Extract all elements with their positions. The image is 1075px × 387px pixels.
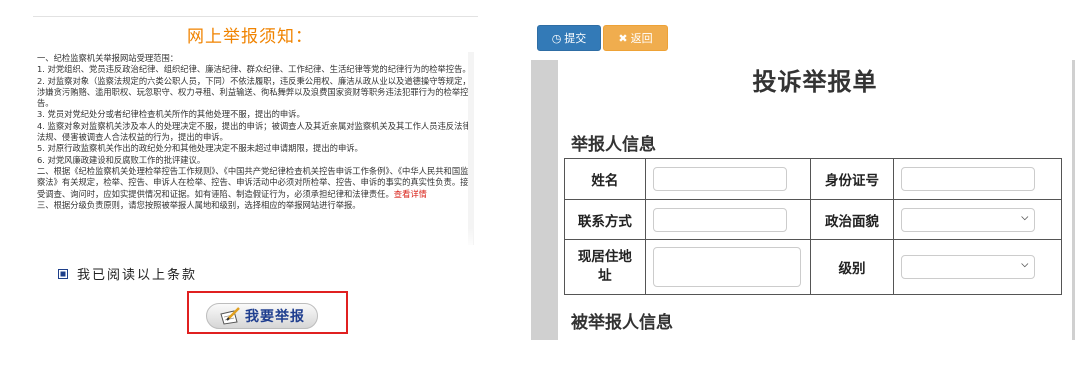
name-cell [644,158,811,200]
contact-label: 联系方式 [564,199,646,240]
pen-paper-icon [220,307,240,325]
level-cell: ⌵ [893,239,1062,295]
table-row: 现居住地址 级别 ⌵ [564,239,1062,295]
name-label: 姓名 [564,158,646,200]
address-label-text: 现居住地址 [577,249,632,284]
notice-text: 一、纪检监察机关举报网站受理范围： 1. 对党组织、党员违反政治纪律、组织纪律、… [37,53,475,245]
read-more-link[interactable]: 查看详情 [394,189,427,199]
submit-button-label: 提交 [564,32,587,45]
id-number-cell [893,158,1062,200]
report-button-label: 我要举报 [245,309,305,325]
x-icon: ✖ [618,31,628,45]
name-input[interactable] [652,167,787,191]
notice-paragraph: 4. 监察对象对监察机关涉及本人的处理决定不服，提出的申诉；被调查人及其近亲属对… [37,120,471,143]
notice-paragraph: 1. 对党组织、党员违反政治纪律、组织纪律、廉洁纪律、群众纪律、工作纪律、生活纪… [37,64,471,75]
address-cell [644,239,811,295]
notice-title: 网上举报须知： [187,27,313,47]
notice-paragraph: 一、纪检监察机关举报网站受理范围： [37,53,179,63]
clock-icon: ◷ [551,31,562,45]
complaint-form-panel: ◷ 提交 ✖ 返回 投诉举报单 举报人信息 姓名 身份证号 联系方式 政治面貌 [530,0,1075,387]
section-heading-reported: 被举报人信息 [571,313,673,333]
contact-cell [644,199,811,240]
notice-paragraph: 2. 对监察对象（监察法规定的六类公职人员，下同）不依法履职，违反秉公用权、廉洁… [37,75,471,109]
table-row: 联系方式 政治面貌 ⌵ [564,199,1062,240]
section-heading-reporter: 举报人信息 [571,135,656,155]
id-number-input[interactable] [901,167,1036,191]
agree-checkbox[interactable] [58,268,68,279]
notice-paragraph: 二、根据《纪检监察机关处理检举控告工作规则》、《中国共产党纪律检查机关控告申诉工… [37,166,475,200]
notice-paragraph: 5. 对原行政监察机关作出的政纪处分和其他处理决定不服未超过申请期限，提出的申诉… [37,143,363,154]
back-button[interactable]: ✖ 返回 [603,25,668,51]
political-status-select[interactable]: ⌵ [901,207,1036,232]
notice-scrollbar[interactable] [468,52,474,245]
form-title: 投诉举报单 [752,68,878,96]
agree-label: 我已阅读以上条款 [77,268,198,283]
level-label: 级别 [809,239,895,295]
address-input[interactable] [652,247,801,287]
contact-input[interactable] [652,207,787,232]
chevron-down-icon: ⌵ [1021,260,1029,270]
chevron-down-icon: ⌵ [1021,212,1029,223]
id-number-label: 身份证号 [809,158,895,200]
report-button[interactable]: 我要举报 [206,303,318,329]
reporter-info-table: 姓名 身份证号 联系方式 政治面貌 ⌵ 现居住地址 级别 ⌵ [564,158,1062,295]
address-label: 现居住地址 [564,239,646,295]
back-button-label: 返回 [630,32,653,45]
report-notice-panel: 网上举报须知： 一、纪检监察机关举报网站受理范围： 1. 对党组织、党员违反政治… [0,0,500,387]
agree-row[interactable]: 我已阅读以上条款 [58,264,197,283]
submit-button[interactable]: ◷ 提交 [537,25,601,51]
political-status-label: 政治面貌 [809,199,895,240]
notice-paragraph: 三、根据分级负责原则，请您按照被举报人属地和级别，选择相应的举报网站进行举报。 [37,199,361,210]
divider [33,16,478,17]
level-select[interactable]: ⌵ [901,255,1036,279]
notice-paragraph: 6. 对党风廉政建设和反腐败工作的批评建议。 [37,154,206,165]
notice-paragraph: 3. 党员对党纪处分或者纪律检查机关所作的其他处理不服，提出的申诉。 [37,109,305,120]
fade-overlay [33,228,473,250]
complaint-form: 投诉举报单 举报人信息 姓名 身份证号 联系方式 政治面貌 ⌵ 现居住地址 级别… [558,60,1072,340]
political-status-cell: ⌵ [893,199,1062,240]
table-row: 姓名 身份证号 [564,158,1062,200]
